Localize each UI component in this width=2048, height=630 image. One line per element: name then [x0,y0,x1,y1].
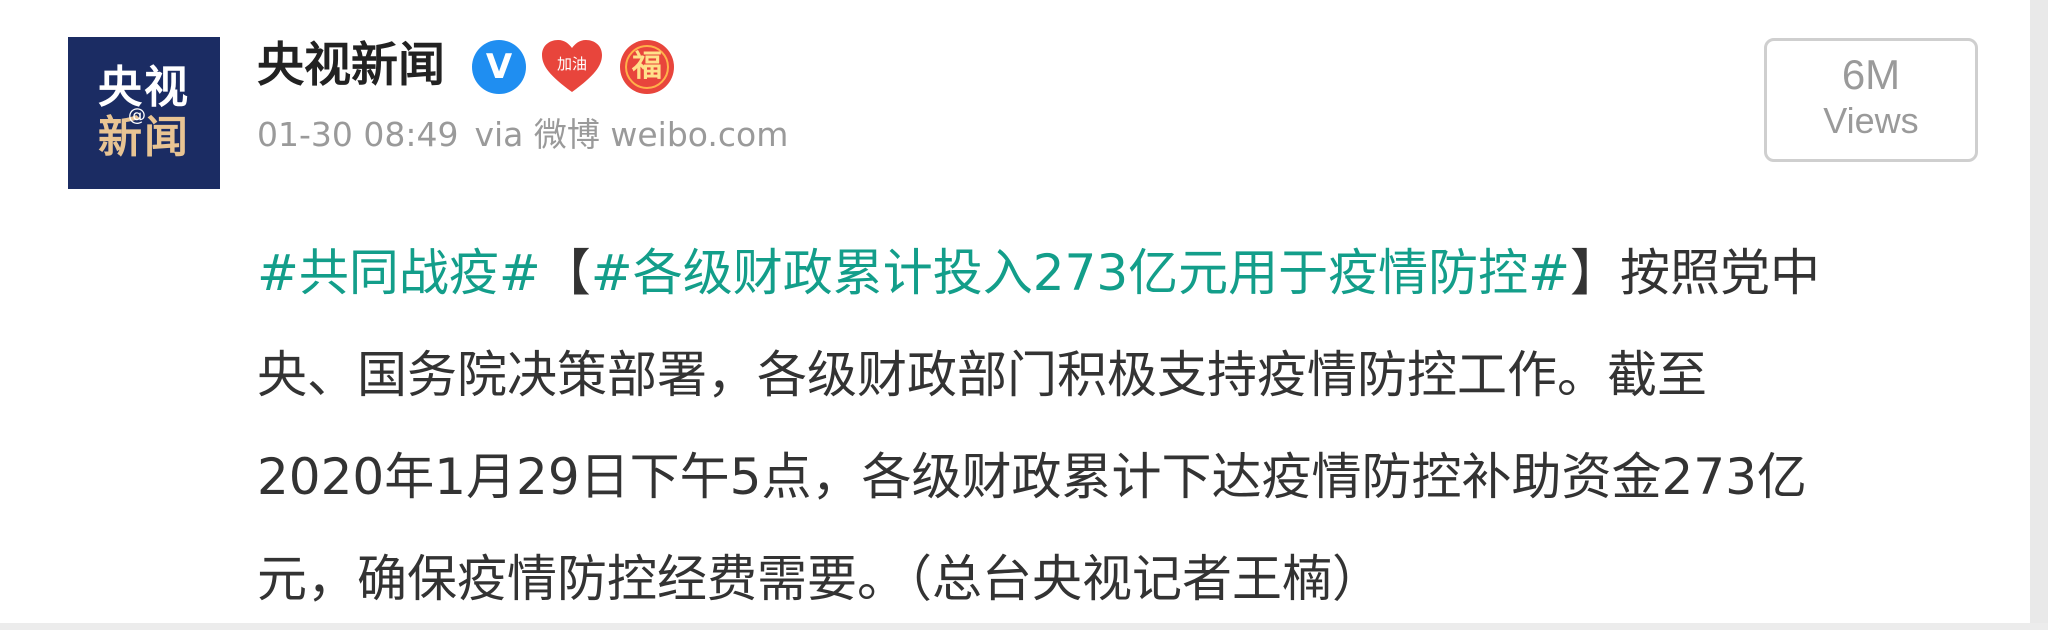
bracket-open: 【 [540,244,591,302]
post-line-4: 元，确保疫情防控经费需要。（总台央视记者王楠） [257,550,1382,608]
views-counter: 6M Views [1764,38,1978,162]
post-timestamp: 01-30 08:49 [257,115,459,154]
post-line-3: 2020年1月29日下午5点，各级财政累计下达疫情防控补助资金273亿 [257,448,1807,506]
account-avatar[interactable]: 央视 新闻 @ [68,37,220,189]
post-line-1: #共同战疫#【#各级财政累计投入273亿元用于疫情防控#】按照党中 [257,222,2002,324]
verified-icon: V [472,40,526,94]
bracket-close: 】 [1570,244,1621,302]
account-badges: V 加油 福 [472,38,676,96]
topic-link-1[interactable]: #共同战疫# [257,244,541,302]
weibo-post-card: 央视 新闻 @ 央视新闻 V 加油 福 01-30 08:49 via 微博 we… [0,0,2030,623]
jiayou-heart-icon[interactable]: 加油 [542,40,602,94]
jiayou-heart-label: 加油 [556,55,587,73]
post-meta: 01-30 08:49 via 微博 weibo.com [257,114,804,156]
account-name[interactable]: 央视新闻 [257,38,445,94]
post-line-2: 央、国务院决策部署，各级财政部门积极支持疫情防控工作。截至 [257,346,1707,404]
post-source[interactable]: via 微博 weibo.com [474,115,788,154]
avatar-at-symbol: @ [128,105,148,126]
fu-badge-label: 福 [632,49,662,84]
avatar-text-line2: 新闻 @ [68,107,220,163]
fu-badge-icon[interactable]: 福 [618,38,676,96]
post-content: #共同战疫#【#各级财政累计投入273亿元用于疫情防控#】按照党中 央、国务院决… [257,222,2002,630]
topic-link-2[interactable]: #各级财政累计投入273亿元用于疫情防控# [591,244,1570,302]
screen-edge-divider [2030,0,2048,623]
views-label: Views [1823,100,1919,141]
views-count: 6M [1841,51,1901,98]
post-line-1-text: 按照党中 [1620,244,1821,302]
